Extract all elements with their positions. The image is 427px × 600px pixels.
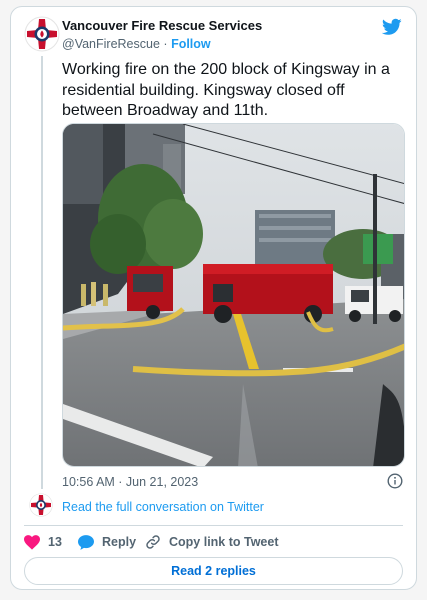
thread-line	[41, 56, 43, 489]
display-name[interactable]: Vancouver Fire Rescue Services	[62, 18, 402, 34]
like-count: 13	[48, 535, 62, 549]
separator: ·	[163, 37, 168, 51]
copy-link-label: Copy link to Tweet	[169, 535, 279, 549]
link-icon	[146, 535, 160, 549]
tweet-photo[interactable]	[62, 123, 405, 467]
timestamp[interactable]: 10:56 AM · Jun 21, 2023	[62, 475, 198, 489]
tweet-card: Vancouver Fire Rescue Services @VanFireR…	[10, 6, 417, 590]
handle[interactable]: @VanFireRescue	[62, 37, 160, 51]
info-icon[interactable]	[387, 473, 403, 489]
reply-label: Reply	[102, 535, 137, 549]
fire-rescue-badge-icon	[24, 16, 60, 52]
fire-scene-photo	[63, 124, 404, 466]
tweet-text: Working fire on the 200 block of Kingswa…	[62, 61, 390, 119]
twitter-bird-icon[interactable]	[382, 18, 402, 36]
handle-row: @VanFireRescue · Follow	[62, 36, 402, 53]
fire-rescue-badge-icon	[29, 493, 53, 517]
read-replies-button[interactable]: Read 2 replies	[24, 557, 403, 585]
heart-icon	[24, 534, 40, 550]
timestamp-row: 10:56 AM · Jun 21, 2023	[62, 473, 403, 491]
reply-button[interactable]: Reply	[78, 531, 136, 553]
copy-link-button[interactable]: Copy link to Tweet	[145, 531, 279, 553]
reply-bubble-icon	[78, 534, 94, 550]
read-replies-label: Read 2 replies	[171, 564, 256, 578]
read-conversation-link[interactable]: Read the full conversation on Twitter	[62, 499, 264, 515]
divider	[24, 525, 403, 526]
like-button[interactable]: 13	[24, 531, 62, 553]
avatar-small[interactable]	[29, 493, 53, 517]
avatar[interactable]	[24, 16, 60, 52]
tweet-header: Vancouver Fire Rescue Services @VanFireR…	[62, 18, 402, 54]
action-bar: 13 Reply Copy link to Tweet	[24, 531, 403, 553]
follow-link[interactable]: Follow	[171, 37, 211, 51]
